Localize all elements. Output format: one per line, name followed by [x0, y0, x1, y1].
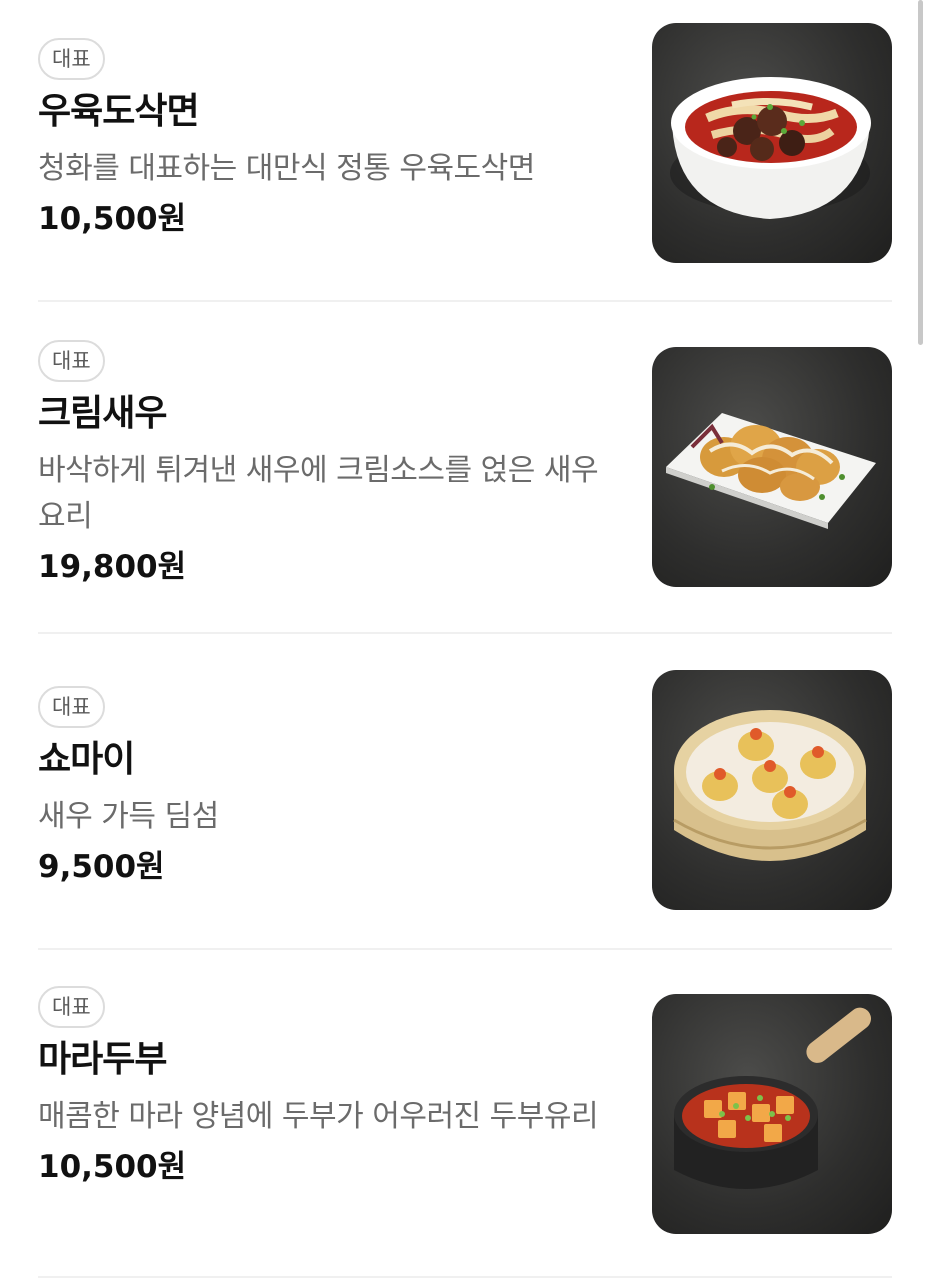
cream-shrimp-photo[interactable] — [652, 347, 892, 587]
menu-item-description: 바삭하게 튀겨낸 새우에 크림소스를 얹은 새우요리 — [38, 453, 599, 534]
signature-badge: 대표 — [38, 38, 105, 80]
menu-item-text: 대표 크림새우 바삭하게 튀겨낸 새우에 크림소스를 얹은 새우요리 19,80… — [38, 340, 618, 590]
beef-noodle-soup-photo[interactable] — [652, 23, 892, 263]
menu-item-price: 10,500원 — [38, 201, 187, 237]
signature-badge: 대표 — [38, 686, 105, 728]
mala-tofu-photo[interactable] — [652, 994, 892, 1234]
menu-item-text: 대표 마라두부 매콤한 마라 양념에 두부가 어우러진 두부유리 10,500원 — [38, 986, 618, 1190]
divider — [38, 948, 892, 950]
menu-item-price: 19,800원 — [38, 549, 187, 585]
menu-item-price: 9,500원 — [38, 849, 165, 885]
divider — [38, 1276, 892, 1278]
shumai-dimsum-photo[interactable] — [652, 670, 892, 910]
menu-item-name: 쇼마이 — [38, 739, 135, 780]
divider — [38, 632, 892, 634]
signature-badge: 대표 — [38, 986, 105, 1028]
scrollbar[interactable] — [918, 0, 923, 345]
menu-item-name: 마라두부 — [38, 1039, 167, 1080]
menu-item-description: 새우 가득 딤섬 — [38, 799, 219, 834]
menu-item-price: 10,500원 — [38, 1149, 187, 1185]
menu-item-description: 매콤한 마라 양념에 두부가 어우러진 두부유리 — [38, 1099, 599, 1134]
divider — [38, 300, 892, 302]
menu-item-text: 대표 쇼마이 새우 가득 딤섬 9,500원 — [38, 686, 618, 890]
menu-item-name: 크림새우 — [38, 393, 167, 434]
menu-item-name: 우육도삭면 — [38, 91, 200, 132]
signature-badge: 대표 — [38, 340, 105, 382]
menu-item-description: 청화를 대표하는 대만식 정통 우육도삭면 — [38, 151, 535, 186]
menu-item-text: 대표 우육도삭면 청화를 대표하는 대만식 정통 우육도삭면 10,500원 — [38, 38, 618, 242]
